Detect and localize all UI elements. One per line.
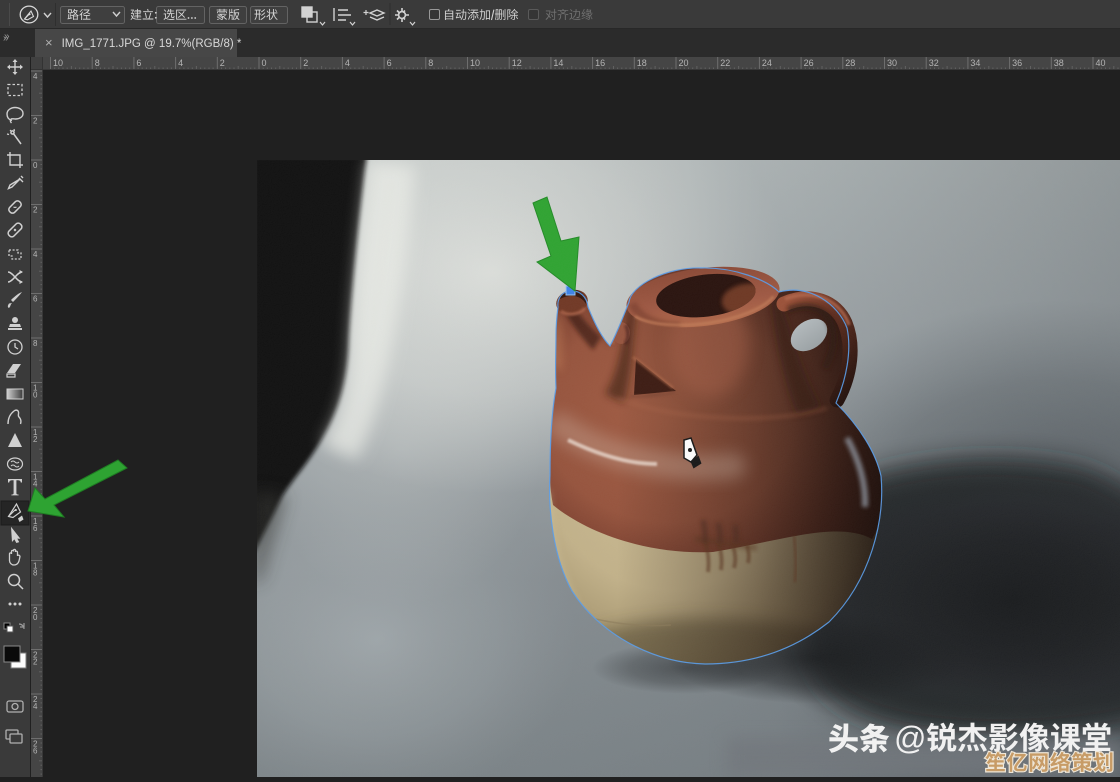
svg-text:2: 2 [33,206,38,215]
svg-text:20: 20 [33,606,38,622]
svg-text:4: 4 [178,58,183,68]
svg-text:20: 20 [679,58,689,68]
svg-text:6: 6 [136,58,141,68]
svg-text:8: 8 [33,339,38,348]
svg-text:32: 32 [929,58,939,68]
svg-text:18: 18 [33,562,38,578]
svg-text:22: 22 [33,651,38,667]
svg-text:24: 24 [762,58,772,68]
svg-text:22: 22 [720,58,730,68]
svg-text:4: 4 [33,250,38,259]
svg-text:34: 34 [970,58,980,68]
svg-text:6: 6 [33,295,38,304]
svg-text:0: 0 [33,161,38,170]
svg-text:28: 28 [845,58,855,68]
svg-text:10: 10 [33,384,38,400]
svg-text:24: 24 [33,695,38,711]
svg-text:26: 26 [33,740,38,756]
svg-text:16: 16 [33,517,38,533]
svg-text:12: 12 [33,428,38,444]
svg-text:4: 4 [345,58,350,68]
svg-text:10: 10 [470,58,480,68]
svg-text:2: 2 [220,58,225,68]
svg-text:12: 12 [512,58,522,68]
svg-text:14: 14 [33,473,38,489]
svg-text:8: 8 [428,58,433,68]
svg-text:4: 4 [33,72,38,81]
svg-text:2: 2 [303,58,308,68]
svg-text:38: 38 [1054,58,1064,68]
svg-text:14: 14 [553,58,563,68]
svg-text:40: 40 [1096,58,1106,68]
svg-text:36: 36 [1012,58,1022,68]
svg-text:30: 30 [887,58,897,68]
svg-text:8: 8 [95,58,100,68]
svg-text:16: 16 [595,58,605,68]
svg-text:18: 18 [637,58,647,68]
svg-text:6: 6 [387,58,392,68]
svg-text:10: 10 [53,58,63,68]
svg-text:26: 26 [804,58,814,68]
svg-text:2: 2 [33,117,38,126]
svg-text:0: 0 [262,58,267,68]
